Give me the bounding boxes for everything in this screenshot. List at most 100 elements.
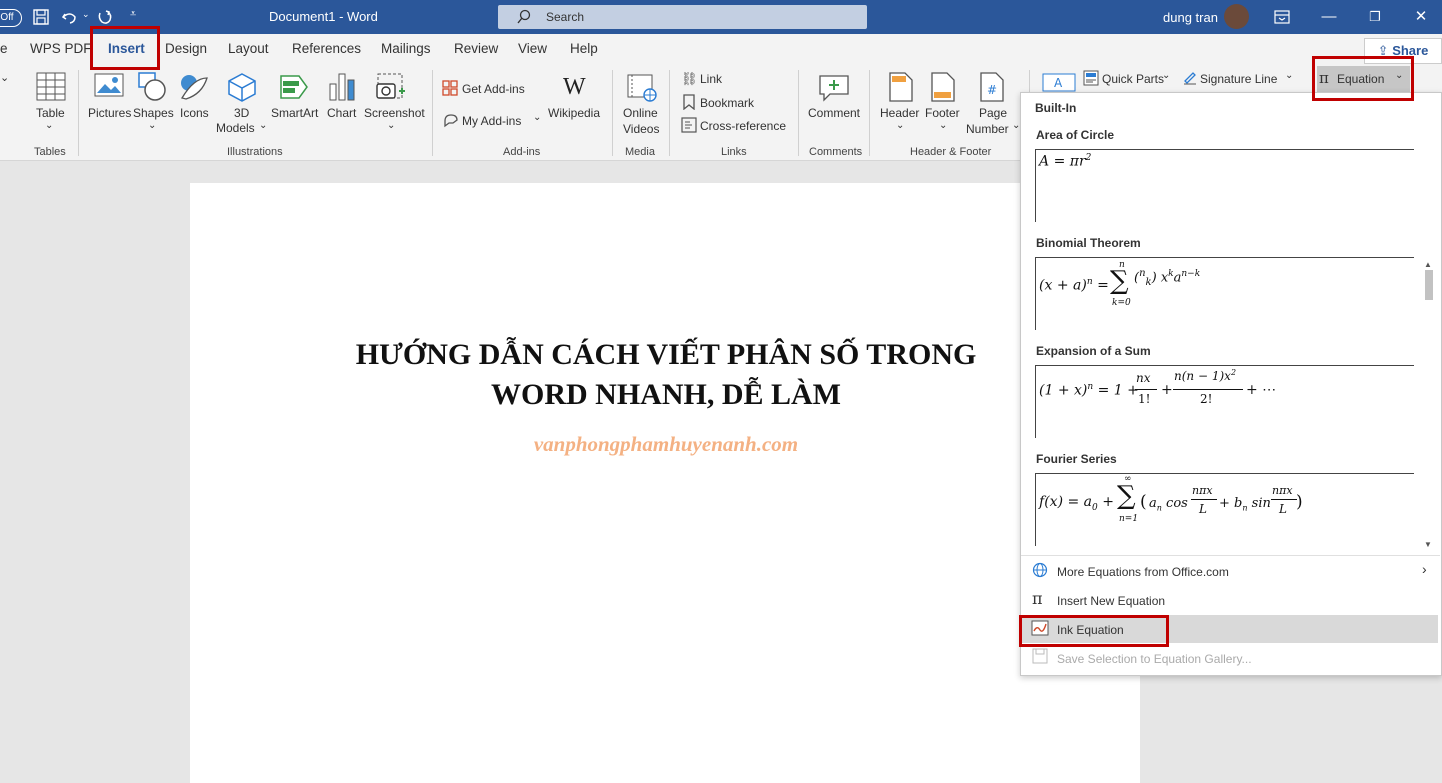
chart-icon[interactable]	[328, 72, 356, 102]
tab-wps-pdf[interactable]: WPS PDF	[30, 41, 92, 56]
sum-lower: k=0	[1112, 298, 1131, 308]
collapsed-group-chevron-icon[interactable]: ⌄	[0, 71, 9, 84]
footer-icon[interactable]	[930, 72, 956, 102]
smartart-icon[interactable]	[279, 73, 311, 101]
chart-button[interactable]: Chart	[327, 106, 356, 120]
scroll-thumb[interactable]	[1425, 270, 1433, 300]
divider	[612, 70, 613, 156]
autosave-toggle[interactable]: Off	[0, 9, 22, 27]
formula-binomial-rest: (nk) xkan−k	[1134, 268, 1201, 288]
cross-reference-button[interactable]: Cross-reference	[700, 119, 786, 133]
svg-text:A: A	[1054, 76, 1063, 90]
online-videos-button[interactable]: Videos	[623, 122, 659, 136]
table-button[interactable]: Table	[36, 106, 65, 120]
group-illustrations: Illustrations	[227, 146, 283, 158]
frac-num-2: n(n − 1)x2	[1174, 368, 1237, 383]
equation-area-of-circle[interactable]	[1035, 149, 1414, 222]
page-number-icon[interactable]: #	[979, 72, 1005, 102]
cross-reference-icon[interactable]	[681, 117, 697, 133]
document-title: Document1 - Word	[269, 9, 378, 24]
footer-button[interactable]: Footer	[925, 106, 960, 120]
3d-models-icon[interactable]	[227, 72, 257, 102]
shapes-dropdown-icon[interactable]: ⌄	[148, 120, 156, 131]
gallery-scrollbar[interactable]: ▲ ▼	[1422, 260, 1436, 552]
online-videos-label-1: Online	[623, 106, 658, 120]
redo-icon[interactable]	[96, 8, 114, 26]
undo-icon[interactable]	[60, 8, 78, 26]
tab-layout[interactable]: Layout	[228, 41, 269, 56]
header-button[interactable]: Header	[880, 106, 919, 120]
table-icon[interactable]	[36, 72, 66, 102]
comment-icon[interactable]	[818, 72, 850, 102]
tab-design[interactable]: Design	[165, 41, 207, 56]
signature-line-dropdown-icon[interactable]: ⌄	[1285, 70, 1293, 81]
screenshot-button[interactable]: Screenshot	[364, 106, 425, 120]
quick-parts-button[interactable]: Quick Parts	[1102, 72, 1164, 86]
signature-line-icon[interactable]	[1182, 70, 1198, 86]
undo-dropdown-icon[interactable]: ⌄	[82, 9, 90, 20]
customize-toolbar-icon[interactable]: ⩡	[130, 8, 136, 21]
link-button[interactable]: Link	[700, 72, 722, 86]
scroll-down-icon[interactable]: ▼	[1424, 540, 1434, 550]
3d-models-dropdown-icon[interactable]: ⌄	[259, 120, 267, 131]
icons-button[interactable]: Icons	[180, 106, 209, 120]
table-dropdown-icon[interactable]: ⌄	[45, 120, 53, 131]
text-box-icon[interactable]: A	[1042, 72, 1076, 92]
my-addins-button[interactable]: My Add-ins	[462, 114, 521, 128]
more-equations-office-item[interactable]: More Equations from Office.com	[1057, 565, 1229, 579]
screenshot-dropdown-icon[interactable]: ⌄	[387, 120, 395, 131]
tab-mailings[interactable]: Mailings	[381, 41, 431, 56]
header-dropdown-icon[interactable]: ⌄	[896, 120, 904, 131]
save-icon[interactable]	[32, 8, 50, 26]
sum-symbol: ∑	[1110, 266, 1129, 296]
sum-upper: ∞	[1124, 474, 1132, 484]
tab-help[interactable]: Help	[570, 41, 598, 56]
3d-models-button[interactable]: Models	[216, 121, 255, 135]
avatar[interactable]	[1224, 4, 1249, 29]
my-addins-icon[interactable]	[442, 112, 460, 128]
shapes-button[interactable]: Shapes	[133, 106, 174, 120]
screenshot-icon[interactable]	[375, 72, 407, 102]
pictures-button[interactable]: Pictures	[88, 106, 131, 120]
restore-icon[interactable]: ❐	[1352, 0, 1398, 34]
icons-icon[interactable]	[178, 72, 210, 102]
built-in-heading: Built-In	[1035, 101, 1077, 115]
tab-references[interactable]: References	[292, 41, 361, 56]
pi-icon: π	[1032, 589, 1043, 608]
bookmark-button[interactable]: Bookmark	[700, 96, 754, 110]
scroll-up-icon[interactable]: ▲	[1424, 260, 1434, 270]
bookmark-icon[interactable]	[682, 94, 696, 110]
svg-text:#: #	[987, 83, 997, 97]
tab-view[interactable]: View	[518, 41, 547, 56]
shapes-icon[interactable]	[137, 72, 167, 102]
footer-dropdown-icon[interactable]: ⌄	[939, 120, 947, 131]
my-addins-dropdown-icon[interactable]: ⌄	[533, 112, 541, 123]
signature-line-button[interactable]: Signature Line	[1200, 72, 1277, 86]
search-box[interactable]: Search	[498, 5, 867, 29]
document-page[interactable]	[190, 183, 1140, 783]
comment-button[interactable]: Comment	[808, 106, 860, 120]
quick-parts-dropdown-icon[interactable]: ⌄	[1162, 70, 1170, 81]
get-addins-icon[interactable]	[442, 80, 458, 96]
group-links: Links	[721, 146, 747, 158]
user-name[interactable]: dung tran	[1163, 10, 1218, 25]
submenu-chevron-icon[interactable]: ›	[1422, 561, 1427, 577]
insert-new-equation-item[interactable]: Insert New Equation	[1057, 594, 1165, 608]
ribbon-display-options-icon[interactable]	[1274, 10, 1290, 24]
wikipedia-icon[interactable]: W	[563, 74, 586, 101]
pictures-icon[interactable]	[94, 72, 124, 100]
fraction-bar	[1173, 389, 1243, 390]
plus-sign: +	[1161, 382, 1173, 398]
smartart-button[interactable]: SmartArt	[271, 106, 318, 120]
header-icon[interactable]	[888, 72, 914, 102]
tab-review[interactable]: Review	[454, 41, 498, 56]
online-videos-icon[interactable]	[626, 73, 658, 103]
page-number-button[interactable]: Number	[966, 122, 1009, 136]
quick-parts-icon[interactable]	[1083, 70, 1099, 86]
minimize-icon[interactable]: —	[1306, 0, 1352, 34]
tab-file[interactable]: e	[0, 41, 8, 56]
get-addins-button[interactable]: Get Add-ins	[462, 82, 525, 96]
wikipedia-button[interactable]: Wikipedia	[548, 106, 600, 120]
link-icon[interactable]: ⛓	[681, 71, 698, 87]
close-icon[interactable]: ✕	[1398, 0, 1442, 34]
